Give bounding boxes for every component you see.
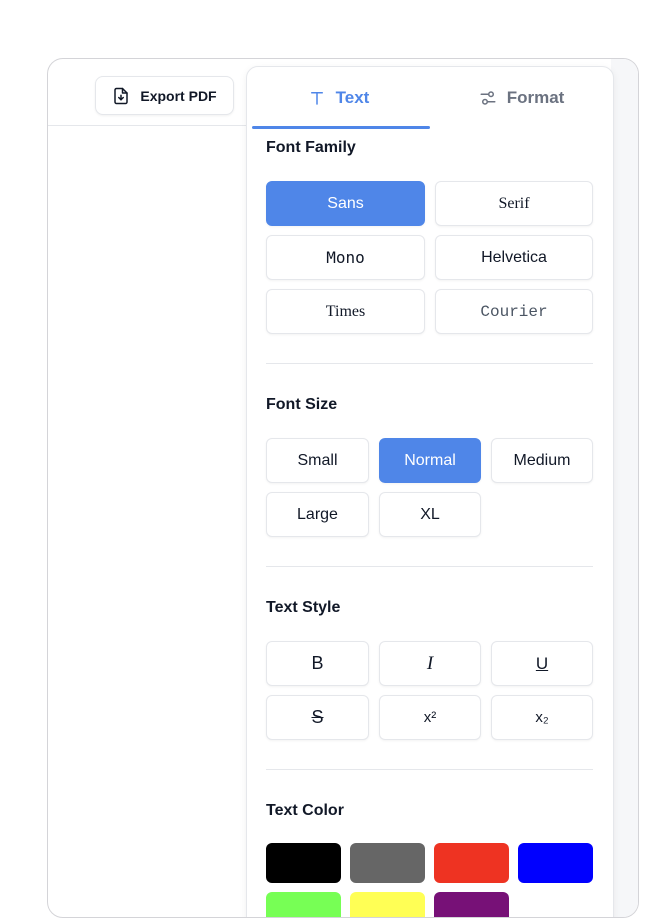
editor-window: Export PDF Text Format Font Family Sans …	[47, 58, 639, 918]
section-divider	[266, 769, 593, 770]
section-divider	[266, 363, 593, 364]
font-option-times[interactable]: Times	[266, 289, 425, 334]
file-download-icon	[114, 87, 129, 104]
font-option-helvetica[interactable]: Helvetica	[435, 235, 593, 280]
font-option-sans[interactable]: Sans	[266, 181, 425, 226]
document-toolbar: Export PDF	[48, 59, 248, 917]
size-option-large[interactable]: Large	[266, 492, 369, 537]
subscript-icon: x₂	[535, 709, 549, 726]
export-pdf-label: Export PDF	[140, 87, 217, 104]
text-style-title: Text Style	[266, 599, 341, 616]
underline-icon: U	[535, 653, 549, 673]
font-option-serif[interactable]: Serif	[435, 181, 593, 226]
underline-button[interactable]: U	[491, 641, 593, 686]
font-size-title: Font Size	[266, 396, 338, 413]
font-option-courier[interactable]: Courier	[435, 289, 593, 334]
toolbar-divider	[48, 125, 248, 126]
size-option-medium[interactable]: Medium	[491, 438, 593, 483]
strikethrough-button[interactable]: S	[266, 695, 369, 740]
size-option-xl[interactable]: XL	[379, 492, 481, 537]
active-tab-indicator	[252, 126, 430, 129]
strikethrough-icon: S	[311, 707, 324, 727]
color-swatch-gray[interactable]	[350, 843, 425, 883]
tab-text[interactable]: Text	[247, 67, 430, 129]
text-type-icon	[310, 92, 323, 105]
color-swatch-yellow[interactable]	[350, 892, 425, 917]
font-option-mono[interactable]: Mono	[266, 235, 425, 280]
bold-button[interactable]: B	[266, 641, 369, 686]
size-option-small[interactable]: Small	[266, 438, 369, 483]
color-swatch-red[interactable]	[434, 843, 509, 883]
panel-tabs: Text Format	[247, 67, 613, 129]
color-swatch-green[interactable]	[266, 892, 341, 917]
color-swatch-black[interactable]	[266, 843, 341, 883]
tab-text-label: Text	[335, 88, 370, 107]
scroll-gutter	[611, 59, 638, 917]
tab-format[interactable]: Format	[430, 67, 613, 129]
italic-button[interactable]: I	[379, 641, 481, 686]
superscript-button[interactable]: x²	[379, 695, 481, 740]
sliders-icon	[480, 91, 496, 105]
text-settings-panel: Text Format Font Family Sans Serif Mono …	[246, 66, 614, 917]
bold-icon: B	[311, 653, 324, 673]
superscript-icon: x²	[423, 709, 437, 726]
color-swatch-purple[interactable]	[434, 892, 509, 917]
size-option-normal[interactable]: Normal	[379, 438, 481, 483]
subscript-button[interactable]: x₂	[491, 695, 593, 740]
text-color-title: Text Color	[266, 802, 344, 819]
font-family-title: Font Family	[266, 139, 356, 156]
italic-icon: I	[426, 652, 434, 674]
section-divider	[266, 566, 593, 567]
document-edge	[47, 125, 48, 513]
export-pdf-button[interactable]: Export PDF	[95, 76, 234, 115]
color-swatch-blue[interactable]	[518, 843, 593, 883]
tab-format-label: Format	[506, 88, 565, 107]
